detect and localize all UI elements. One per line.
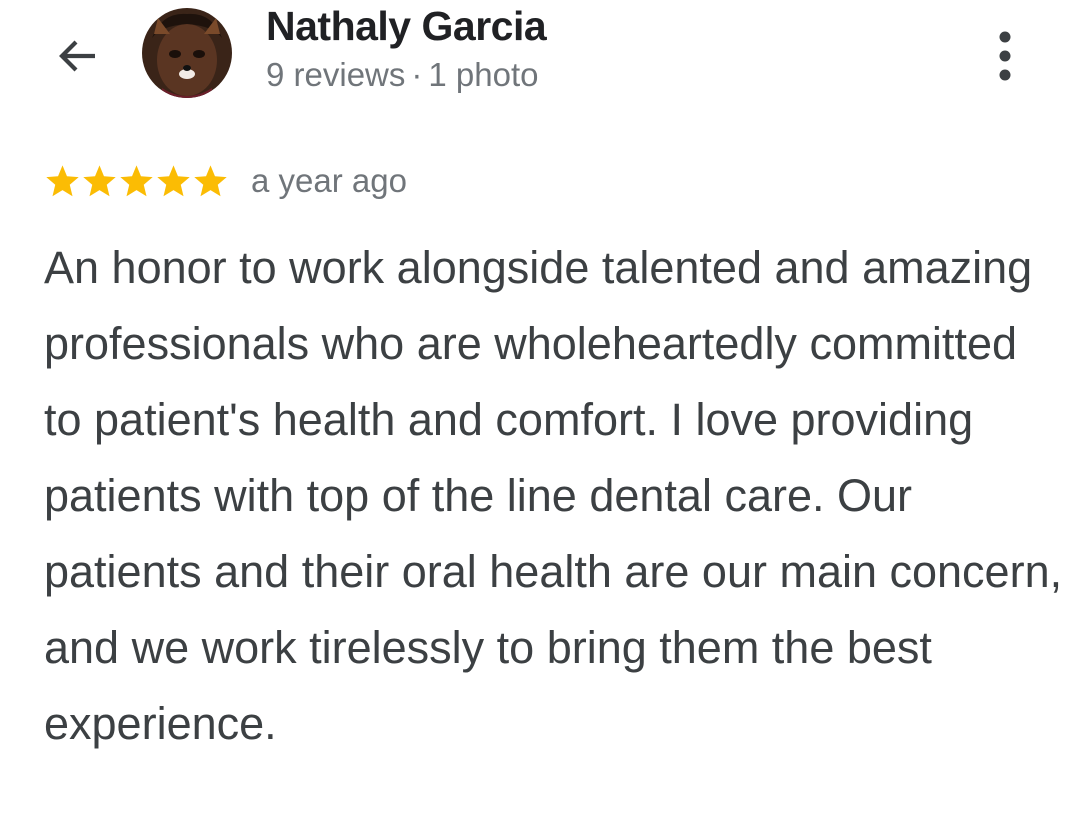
reviews-count: 9 reviews [266, 56, 406, 93]
reviewer-meta: 9 reviews · 1 photo [266, 54, 539, 96]
star-icon [83, 164, 116, 196]
back-button[interactable] [50, 28, 106, 84]
star-icon [46, 164, 79, 196]
meta-separator: · [411, 56, 423, 93]
review-time: a year ago [251, 162, 407, 199]
rating-row: a year ago [44, 158, 407, 204]
star-icon [157, 164, 190, 196]
star-rating [44, 163, 229, 200]
review-text: An honor to work alongside talented and … [44, 242, 1063, 749]
reviewer-name[interactable]: Nathaly Garcia [266, 2, 547, 50]
photos-count: 1 photo [428, 56, 539, 93]
review-header: Nathaly Garcia 9 reviews · 1 photo [0, 0, 1080, 110]
more-options-button[interactable] [982, 26, 1028, 86]
star-icon [194, 164, 227, 196]
avatar[interactable] [142, 8, 232, 98]
star-icon [120, 164, 153, 196]
reviewer-photo [142, 8, 232, 98]
arrow-left-icon [59, 40, 95, 72]
more-vert-icon [999, 31, 1011, 81]
